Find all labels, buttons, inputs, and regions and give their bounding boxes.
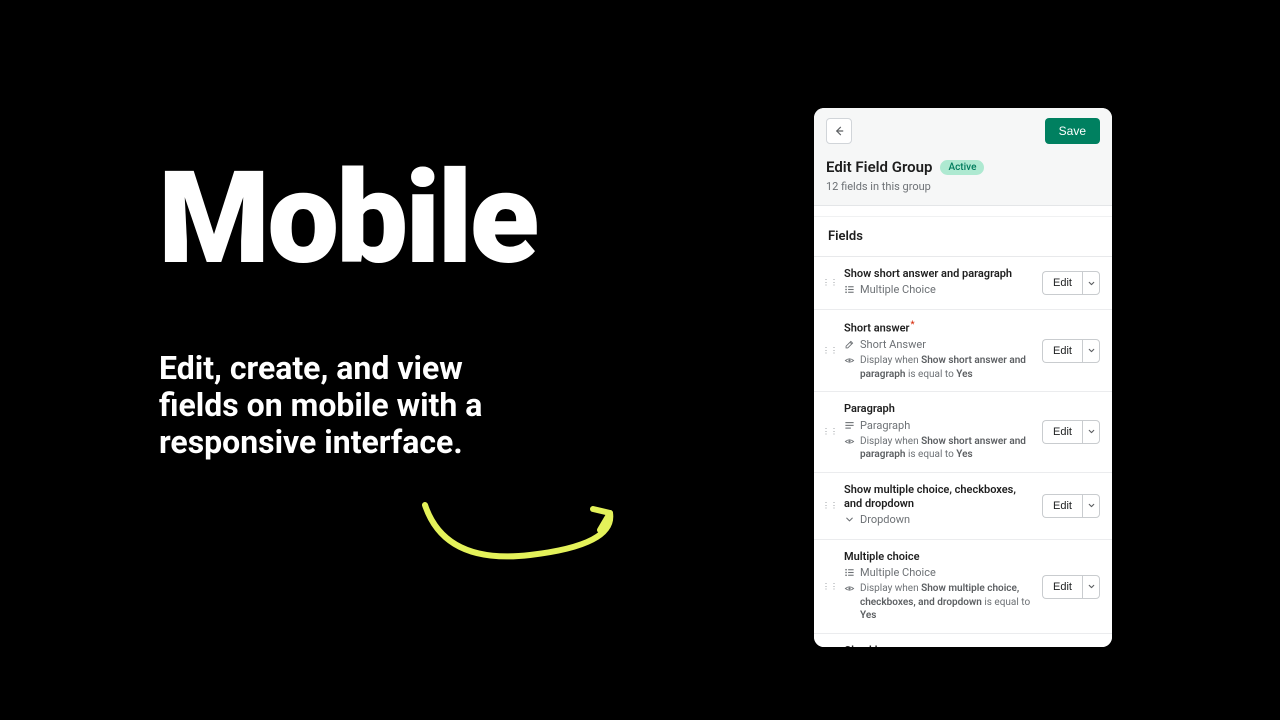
field-type-row: Multiple Choice	[844, 283, 1036, 296]
edit-dropdown-button[interactable]	[1082, 575, 1100, 599]
arrow-illustration	[410, 495, 630, 575]
edit-dropdown-button[interactable]	[1082, 339, 1100, 363]
field-type: Paragraph	[860, 419, 910, 432]
arrow-left-icon	[833, 125, 845, 137]
field-condition: Display when Show short answer and parag…	[844, 354, 1036, 381]
field-condition: Display when Show multiple choice, check…	[844, 582, 1036, 623]
hero-title: Mobile	[158, 155, 536, 283]
field-item: ⋮⋮ Show short answer and paragraph Multipl…	[814, 257, 1112, 310]
field-name: Paragraph	[844, 402, 1036, 416]
drag-handle-icon[interactable]: ⋮⋮	[822, 583, 838, 591]
field-name: Short answer*	[844, 320, 1036, 336]
field-type: Multiple Choice	[860, 283, 936, 296]
list-icon	[844, 567, 855, 578]
paragraph-icon	[844, 420, 855, 431]
edit-button-group: Edit	[1042, 575, 1100, 599]
field-name: Show short answer and paragraph	[844, 267, 1036, 281]
field-item: ⋮⋮ Paragraph Paragraph Display when Show sh…	[814, 392, 1112, 472]
status-badge: Active	[940, 160, 984, 175]
field-item: ⋮⋮CheckboxesCheckboxesEdit	[814, 634, 1112, 647]
hero-subtitle: Edit, create, and view fields on mobile …	[159, 350, 519, 460]
mobile-screenshot: Save Edit Field Group Active 12 fields i…	[814, 108, 1112, 647]
field-type: Dropdown	[860, 513, 910, 526]
edit-button[interactable]: Edit	[1042, 420, 1082, 444]
drag-handle-icon[interactable]: ⋮⋮	[822, 347, 838, 355]
edit-dropdown-button[interactable]	[1082, 271, 1100, 295]
field-item: ⋮⋮ Short answer* Short Answer Display when …	[814, 310, 1112, 392]
drag-handle-icon[interactable]: ⋮⋮	[822, 279, 838, 287]
fields-header: Fields	[814, 216, 1112, 257]
field-type-row: Dropdown	[844, 513, 1036, 526]
page-subtitle: 12 fields in this group	[826, 180, 1100, 193]
drag-handle-icon[interactable]: ⋮⋮	[822, 428, 838, 436]
edit-button-group: Edit	[1042, 339, 1100, 363]
eye-icon	[844, 583, 855, 594]
field-name: Show multiple choice, checkboxes, and dr…	[844, 483, 1036, 512]
field-item: ⋮⋮ Multiple choice Multiple Choice Display …	[814, 540, 1112, 634]
drag-handle-icon[interactable]: ⋮⋮	[822, 502, 838, 510]
page-title: Edit Field Group	[826, 158, 932, 176]
mobile-header: Save Edit Field Group Active 12 fields i…	[814, 108, 1112, 206]
edit-button-group: Edit	[1042, 271, 1100, 295]
fields-section: Fields ⋮⋮ Show short answer and paragraph…	[814, 216, 1112, 647]
field-type: Multiple Choice	[860, 566, 936, 579]
dropdown-icon	[844, 514, 855, 525]
list-icon	[844, 284, 855, 295]
edit-button-group: Edit	[1042, 494, 1100, 518]
field-name: Checkboxes	[844, 644, 1036, 647]
field-type: Short Answer	[860, 338, 926, 351]
edit-button-group: Edit	[1042, 420, 1100, 444]
back-button[interactable]	[826, 118, 852, 144]
edit-dropdown-button[interactable]	[1082, 420, 1100, 444]
field-type-row: Short Answer	[844, 338, 1036, 351]
pencil-icon	[844, 339, 855, 350]
field-type-row: Multiple Choice	[844, 566, 1036, 579]
edit-button[interactable]: Edit	[1042, 339, 1082, 363]
eye-icon	[844, 355, 855, 366]
edit-button[interactable]: Edit	[1042, 494, 1082, 518]
edit-dropdown-button[interactable]	[1082, 494, 1100, 518]
field-condition: Display when Show short answer and parag…	[844, 435, 1036, 462]
field-name: Multiple choice	[844, 550, 1036, 564]
save-button[interactable]: Save	[1045, 118, 1100, 144]
edit-button[interactable]: Edit	[1042, 271, 1082, 295]
edit-button[interactable]: Edit	[1042, 575, 1082, 599]
eye-icon	[844, 436, 855, 447]
field-item: ⋮⋮ Show multiple choice, checkboxes, and …	[814, 473, 1112, 541]
field-type-row: Paragraph	[844, 419, 1036, 432]
